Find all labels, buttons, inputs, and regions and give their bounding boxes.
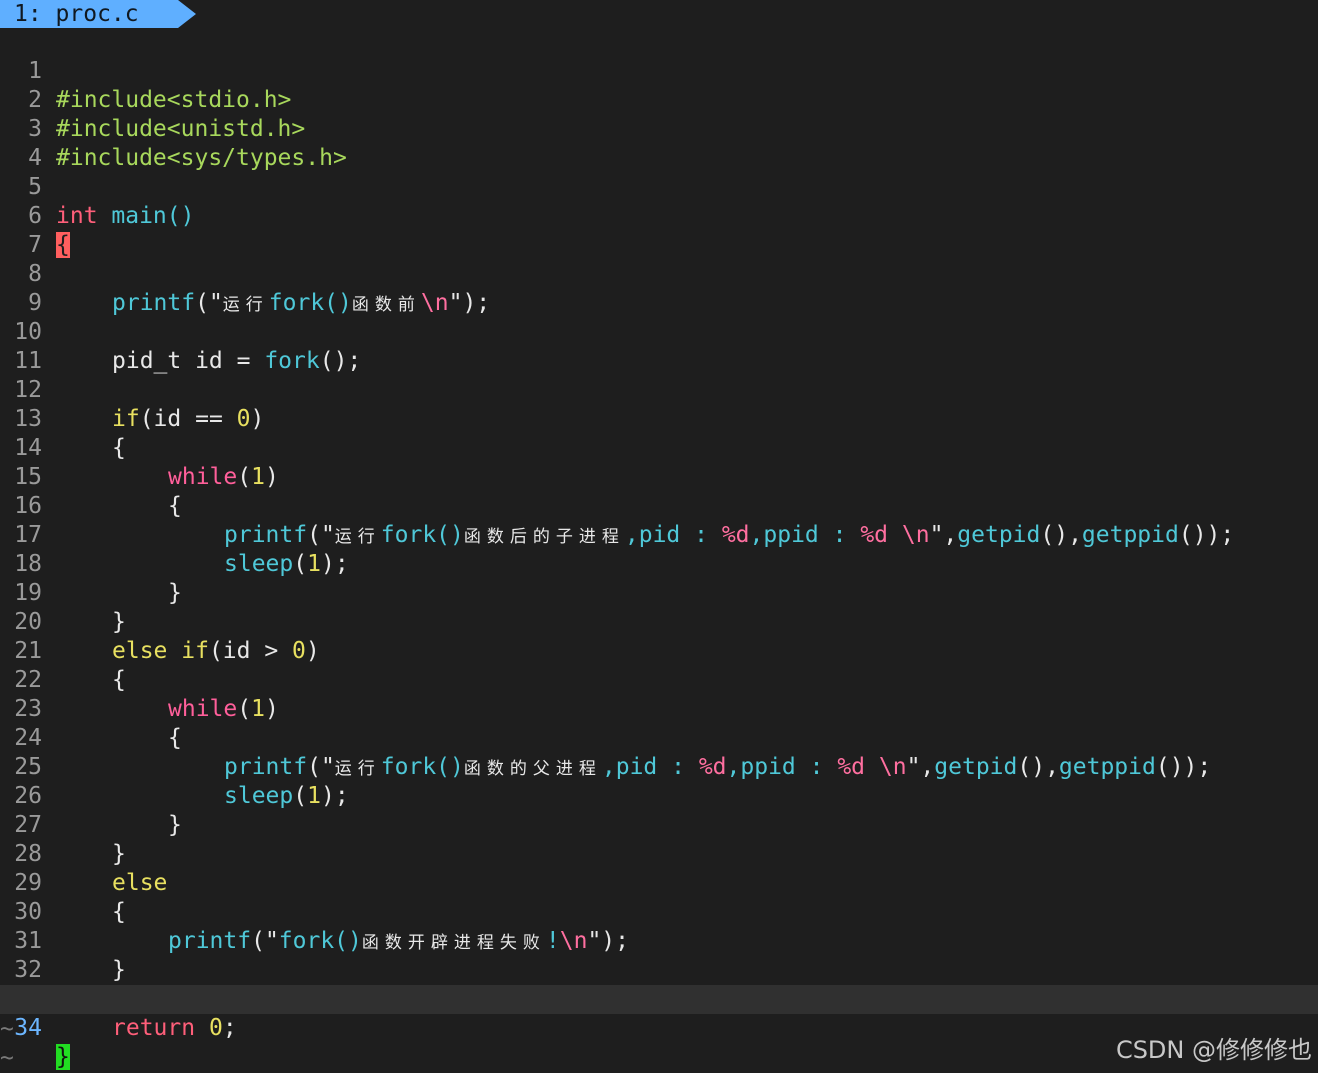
code-line: 19 } <box>0 550 1318 635</box>
code-line: 4 <box>0 115 1318 171</box>
code-line: 20 else if(id > 0) <box>0 579 1318 664</box>
code-line: 11 <box>0 318 1318 374</box>
code-line: 30 printf("fork()函数开辟进程失败!\n"); <box>0 869 1318 954</box>
empty-line-marker: ~ <box>0 1016 14 1042</box>
code-line-current: 34 } <box>0 985 1318 1070</box>
code-line: 6 { <box>0 173 1318 258</box>
line-content: return 0; <box>56 1014 237 1043</box>
code-line: 14 while(1) <box>0 405 1318 490</box>
code-line: 32 <box>0 927 1318 983</box>
tab-arrow-icon <box>178 0 196 28</box>
code-line: 2 #include<unistd.h> <box>0 57 1318 142</box>
line-content: } <box>56 1043 70 1072</box>
code-line: 5 int main() <box>0 144 1318 229</box>
empty-line-marker: ~ <box>0 1045 14 1071</box>
code-line: 13 { <box>0 376 1318 461</box>
code-line: 3 #include<sys/types.h> <box>0 86 1318 171</box>
watermark: CSDN @修修修也 <box>1115 1036 1312 1064</box>
number-literal: 0 <box>208 1015 223 1041</box>
code-line: 17 sleep(1); <box>0 492 1318 577</box>
tab-proc-c[interactable]: 1: proc.c <box>0 0 178 28</box>
code-line: 1 #include<stdio.h> <box>0 28 1318 113</box>
code-editor[interactable]: 1 #include<stdio.h> 2 #include<unistd.h>… <box>0 28 1318 1070</box>
code-line: 29 { <box>0 840 1318 925</box>
code-line: 15 { <box>0 434 1318 519</box>
code-line: 18 } <box>0 521 1318 606</box>
return-keyword: return <box>112 1015 196 1041</box>
code-line: 33 return 0; <box>0 956 1318 1041</box>
code-line: 28 else <box>0 811 1318 896</box>
code-line: 25 sleep(1); <box>0 724 1318 809</box>
code-line: 27 } <box>0 782 1318 867</box>
tabline: 1: proc.c <box>0 0 1318 28</box>
code-line: 10 pid_t id = fork(); <box>0 289 1318 374</box>
code-line: 21 { <box>0 608 1318 693</box>
code-line: 26 } <box>0 753 1318 838</box>
code-line: 12 if(id == 0) <box>0 347 1318 432</box>
code-line: 7 <box>0 202 1318 258</box>
code-line: 23 { <box>0 666 1318 751</box>
code-line: 9 <box>0 260 1318 316</box>
code-line: 24 printf("运行fork()函数的父进程,pid : %d,ppid … <box>0 695 1318 780</box>
code-line: 31 } <box>0 898 1318 983</box>
text-cursor[interactable]: } <box>56 1044 70 1070</box>
code-line: 8 printf("运行fork()函数前\n"); <box>0 231 1318 316</box>
code-line: 22 while(1) <box>0 637 1318 722</box>
code-line: 16 printf("运行fork()函数后的子进程,pid : %d,ppid… <box>0 463 1318 548</box>
punctuation: ; <box>222 1015 237 1041</box>
